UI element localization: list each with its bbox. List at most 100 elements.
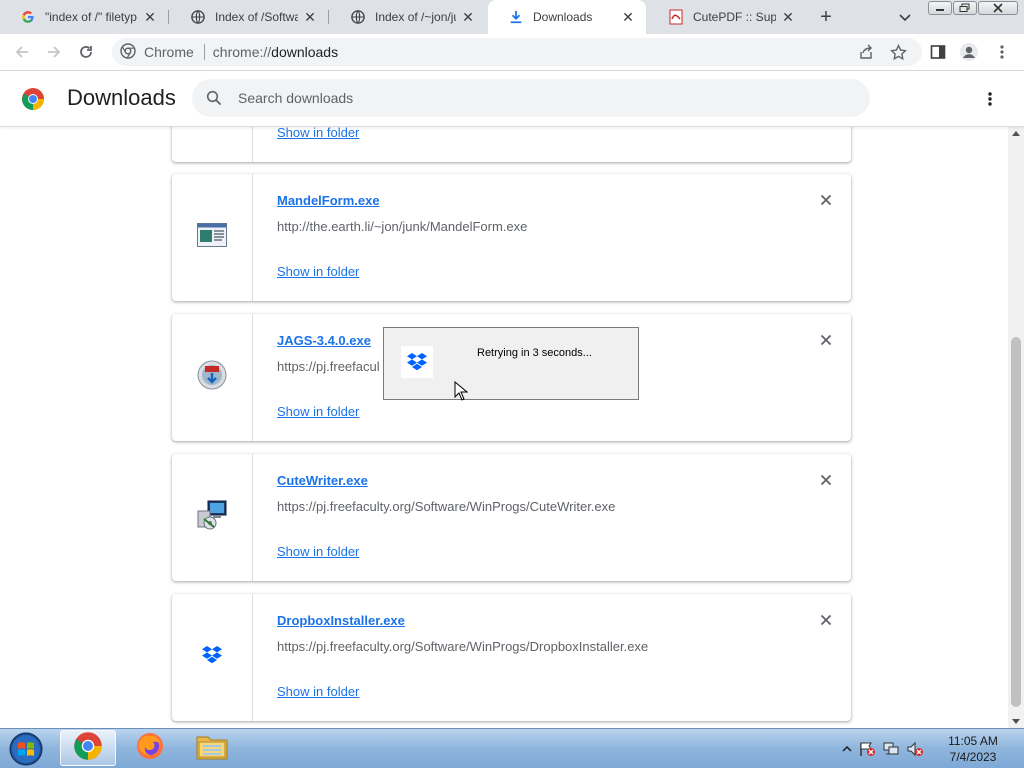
tab-close-icon[interactable]: ✕: [620, 9, 636, 25]
chrome-icon: [73, 731, 103, 766]
file-url: https://pj.freefacul: [277, 359, 380, 374]
profile-avatar-icon[interactable]: [959, 42, 979, 62]
clock-date: 7/4/2023: [949, 750, 997, 764]
tab-close-icon[interactable]: ✕: [780, 9, 796, 25]
volume-muted-icon[interactable]: [906, 741, 924, 757]
new-tab-button[interactable]: +: [816, 7, 836, 27]
restore-button[interactable]: [953, 1, 977, 15]
system-tray: [842, 729, 930, 769]
taskbar-chrome-button[interactable]: [60, 730, 116, 766]
remove-download-close-icon[interactable]: [818, 472, 834, 488]
show-in-folder-link[interactable]: Show in folder: [277, 404, 359, 419]
back-arrow-icon[interactable]: [12, 42, 32, 62]
download-icon: [508, 9, 524, 25]
show-in-folder-link[interactable]: Show in folder: [277, 684, 359, 699]
chrome-menu-icon[interactable]: [992, 42, 1012, 62]
scroll-down-arrow-icon[interactable]: [1012, 719, 1020, 724]
tab-strip: "index of /" filetyp ✕ Index of /Softwar…: [0, 0, 1024, 34]
tab-title: Downloads: [533, 10, 593, 24]
taskbar-firefox-button[interactable]: [122, 730, 178, 766]
installer-globe-icon: [196, 359, 228, 396]
tab-index-software[interactable]: Index of /Softwar ✕: [170, 0, 328, 34]
site-chip-label: Chrome: [144, 44, 194, 60]
browser-toolbar: Chrome chrome://downloads: [0, 34, 1024, 71]
file-icon-column: [172, 314, 253, 441]
download-item: Show in folder: [172, 127, 851, 162]
chrome-logo-icon: [21, 87, 45, 111]
url-scheme: chrome://: [212, 44, 272, 60]
file-name-link[interactable]: JAGS-3.4.0.exe: [277, 333, 371, 348]
file-explorer-icon: [196, 732, 228, 765]
google-icon: [20, 9, 36, 25]
search-downloads-box[interactable]: [192, 79, 870, 117]
downloads-list: Show in folder MandelForm.exe http://the…: [0, 127, 1008, 728]
tab-title: Index of /~jon/jun: [375, 10, 456, 24]
windows-taskbar: 11:05 AM 7/4/2023: [0, 728, 1024, 768]
minimize-button[interactable]: [928, 1, 952, 15]
cutepdf-icon: [668, 9, 684, 25]
share-icon[interactable]: [856, 42, 876, 62]
start-button[interactable]: [6, 730, 46, 768]
site-chip[interactable]: Chrome: [112, 42, 194, 62]
show-in-folder-link[interactable]: Show in folder: [277, 544, 359, 559]
dropbox-icon: [201, 645, 223, 670]
clock-time: 11:05 AM: [948, 734, 998, 748]
firefox-icon: [135, 731, 165, 766]
download-item: MandelForm.exe http://the.earth.li/~jon/…: [172, 174, 851, 301]
dropbox-installer-popup: Retrying in 3 seconds...: [383, 327, 639, 400]
reload-icon[interactable]: [76, 42, 96, 62]
globe-icon: [350, 9, 366, 25]
action-center-flag-icon[interactable]: [858, 741, 876, 757]
show-in-folder-link[interactable]: Show in folder: [277, 264, 359, 279]
forward-arrow-icon[interactable]: [44, 42, 64, 62]
url-host: downloads: [271, 44, 339, 60]
side-panel-icon[interactable]: [928, 42, 948, 62]
tab-title: "index of /" filetyp: [45, 10, 137, 24]
taskbar-clock[interactable]: 11:05 AM 7/4/2023: [936, 733, 1010, 765]
tab-close-icon[interactable]: ✕: [302, 9, 318, 25]
file-url: http://the.earth.li/~jon/junk/MandelForm…: [277, 219, 528, 234]
search-icon: [204, 88, 224, 108]
close-window-button[interactable]: [978, 1, 1018, 15]
tab-title: CutePDF :: Suppor: [693, 10, 776, 24]
show-hidden-icons-arrow-icon[interactable]: [842, 745, 852, 753]
file-name-link[interactable]: CuteWriter.exe: [277, 473, 368, 488]
taskbar-explorer-button[interactable]: [184, 730, 240, 766]
chrome-icon: [120, 42, 136, 62]
setup-computer-icon: [196, 499, 228, 536]
download-item: DropboxInstaller.exe https://pj.freefacu…: [172, 594, 851, 721]
file-icon-column: [172, 174, 253, 301]
popup-message: Retrying in 3 seconds...: [477, 347, 592, 359]
tab-cutepdf-support[interactable]: CutePDF :: Suppor ✕: [648, 0, 806, 34]
tab-search-chevron-icon[interactable]: [896, 8, 914, 26]
downloads-header: Downloads: [0, 71, 1024, 127]
tab-close-icon[interactable]: ✕: [142, 9, 158, 25]
file-name-link[interactable]: MandelForm.exe: [277, 193, 380, 208]
remove-download-close-icon[interactable]: [818, 612, 834, 628]
file-url: https://pj.freefaculty.org/Software/WinP…: [277, 499, 616, 514]
remove-download-close-icon[interactable]: [818, 332, 834, 348]
remove-download-close-icon[interactable]: [818, 192, 834, 208]
address-bar[interactable]: Chrome chrome://downloads: [112, 38, 922, 66]
scroll-up-arrow-icon[interactable]: [1012, 131, 1020, 136]
tab-index-jon-junk[interactable]: Index of /~jon/jun ✕: [330, 0, 486, 34]
network-icon[interactable]: [882, 741, 900, 757]
file-name-link[interactable]: DropboxInstaller.exe: [277, 613, 405, 628]
search-input[interactable]: [236, 89, 840, 107]
show-in-folder-link[interactable]: Show in folder: [277, 127, 359, 140]
globe-icon: [190, 9, 206, 25]
dropbox-icon: [401, 346, 433, 378]
bookmark-star-icon[interactable]: [888, 42, 908, 62]
file-icon-column: [172, 127, 253, 162]
scrollbar-thumb[interactable]: [1011, 337, 1021, 707]
mouse-cursor-icon: [454, 380, 469, 406]
tab-close-icon[interactable]: ✕: [460, 9, 476, 25]
downloads-menu-icon[interactable]: [980, 89, 1000, 109]
window-app-icon: [197, 223, 227, 252]
tab-title: Index of /Softwar: [215, 10, 298, 24]
tab-downloads[interactable]: Downloads ✕: [488, 0, 646, 34]
tab-google-search[interactable]: "index of /" filetyp ✕: [0, 0, 168, 34]
page-title: Downloads: [67, 85, 176, 110]
file-icon-column: [172, 594, 253, 721]
page-scrollbar[interactable]: [1008, 127, 1024, 728]
